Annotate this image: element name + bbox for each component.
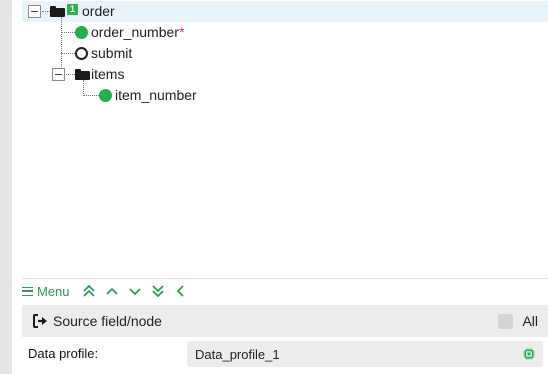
filled-circle-icon	[75, 26, 88, 39]
open-circle-icon	[75, 47, 88, 60]
node-label-order-number: order_number*	[91, 22, 184, 43]
panel-divider	[22, 278, 548, 279]
collapse-toggle-icon[interactable]	[28, 5, 41, 18]
all-label: All	[522, 313, 538, 329]
tree-connector	[83, 95, 99, 96]
node-label-items: items	[91, 66, 125, 82]
sign-in-arrow-icon	[32, 313, 48, 329]
double-chevron-down-icon[interactable]	[151, 284, 165, 298]
source-field-node-label: Source field/node	[53, 313, 162, 329]
tree-row-submit[interactable]: submit	[22, 43, 222, 64]
node-label-submit: submit	[91, 45, 133, 61]
data-profile-label: Data profile:	[28, 346, 99, 361]
chevron-left-icon[interactable]	[174, 284, 188, 298]
double-chevron-up-icon[interactable]	[82, 284, 96, 298]
hamburger-icon	[22, 286, 33, 296]
source-bar: Source field/node All	[22, 305, 548, 337]
folder-icon	[75, 69, 90, 80]
node-label-order: order	[82, 3, 115, 19]
tree-row-item-number[interactable]: item_number	[22, 85, 242, 106]
chevron-down-icon[interactable]	[128, 284, 142, 298]
all-checkbox[interactable]	[498, 313, 514, 329]
all-toggle[interactable]: All	[498, 313, 538, 329]
index-badge: 1	[67, 4, 78, 15]
tree-connector	[66, 74, 75, 75]
tree-toolbar: Menu	[22, 281, 188, 301]
schema-tree: 1 order order_number* submit items item_…	[22, 0, 548, 278]
chip-icon[interactable]	[523, 348, 535, 360]
collapse-toggle-icon[interactable]	[52, 68, 65, 81]
tree-connector	[42, 11, 50, 12]
folder-icon	[50, 6, 65, 17]
tree-row-order[interactable]: 1 order	[22, 1, 548, 22]
left-scroll-strip	[0, 0, 12, 374]
menu-label: Menu	[37, 283, 70, 299]
source-field-node-button[interactable]: Source field/node	[32, 313, 162, 329]
menu-button[interactable]: Menu	[22, 284, 70, 299]
chevron-up-icon[interactable]	[105, 284, 119, 298]
node-label-item-number: item_number	[115, 87, 197, 103]
order-number-text: order_number	[91, 24, 179, 40]
tree-row-items[interactable]: items	[22, 64, 222, 85]
required-asterisk: *	[178, 24, 185, 40]
filled-circle-icon	[99, 89, 112, 102]
tree-connector	[61, 32, 75, 33]
data-profile-select[interactable]: Data_profile_1	[187, 341, 543, 367]
data-profile-value: Data_profile_1	[195, 346, 280, 362]
tree-row-order-number[interactable]: order_number*	[22, 22, 222, 43]
